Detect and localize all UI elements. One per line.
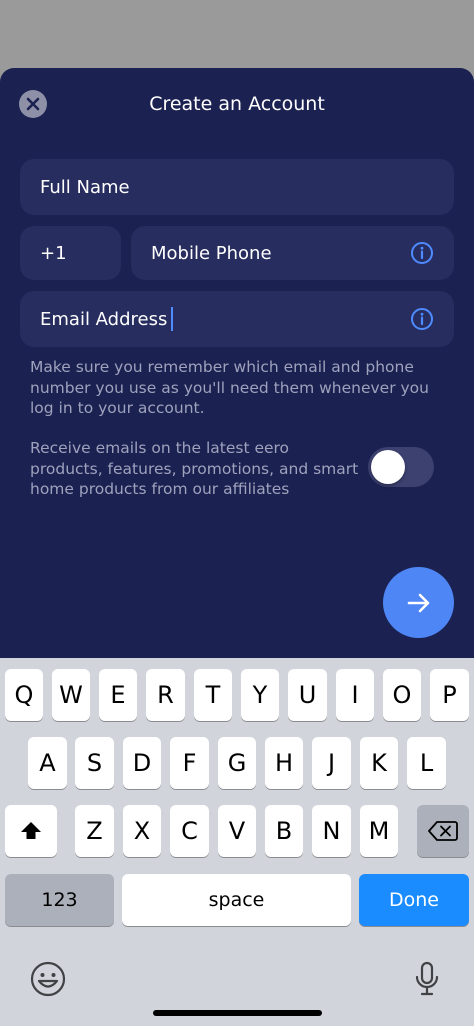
key-s[interactable]: S: [75, 737, 114, 789]
marketing-label: Receive emails on the latest eero produc…: [30, 439, 359, 498]
country-code-field[interactable]: +1: [20, 226, 121, 280]
account-note: Make sure you remember which email and p…: [30, 358, 429, 417]
key-e[interactable]: E: [99, 669, 137, 721]
emoji-icon[interactable]: [29, 960, 67, 998]
backspace-icon: [428, 821, 458, 841]
email-input[interactable]: Email Address: [20, 291, 454, 347]
key-p[interactable]: P: [430, 669, 469, 721]
key-r[interactable]: R: [146, 669, 185, 721]
mobile-phone-placeholder: Mobile Phone: [151, 242, 272, 264]
key-k[interactable]: K: [360, 737, 398, 789]
page-title: Create an Account: [149, 93, 325, 115]
shift-icon: [21, 822, 41, 839]
key-u[interactable]: U: [288, 669, 327, 721]
full-name-placeholder: Full Name: [40, 176, 130, 198]
key-h[interactable]: H: [265, 737, 303, 789]
key-y[interactable]: Y: [241, 669, 279, 721]
full-name-input[interactable]: Full Name: [20, 159, 454, 215]
toggle-knob: [371, 450, 405, 484]
info-icon[interactable]: [410, 241, 434, 265]
next-button[interactable]: [383, 567, 454, 638]
key-x[interactable]: X: [123, 805, 161, 857]
mobile-phone-input[interactable]: Mobile Phone: [131, 226, 454, 280]
key-i[interactable]: I: [336, 669, 374, 721]
key-f[interactable]: F: [170, 737, 209, 789]
key-z[interactable]: Z: [75, 805, 114, 857]
key-d[interactable]: D: [123, 737, 161, 789]
email-placeholder: Email Address: [40, 308, 168, 330]
arrow-right-icon: [407, 593, 429, 612]
microphone-icon[interactable]: [413, 960, 441, 998]
done-key[interactable]: Done: [359, 874, 469, 926]
home-indicator: [153, 1010, 322, 1016]
space-key[interactable]: space: [122, 874, 351, 926]
numbers-key[interactable]: 123: [5, 874, 114, 926]
text-caret: [171, 307, 174, 331]
shift-key[interactable]: [5, 805, 57, 857]
backspace-key[interactable]: [417, 805, 469, 857]
marketing-toggle[interactable]: [368, 447, 434, 487]
key-l[interactable]: L: [407, 737, 446, 789]
key-a[interactable]: A: [28, 737, 67, 789]
key-n[interactable]: N: [312, 805, 351, 857]
key-q[interactable]: Q: [5, 669, 43, 721]
country-code-value: +1: [40, 242, 67, 264]
key-v[interactable]: V: [218, 805, 256, 857]
key-t[interactable]: T: [194, 669, 232, 721]
key-j[interactable]: J: [312, 737, 351, 789]
key-c[interactable]: C: [170, 805, 209, 857]
key-m[interactable]: M: [360, 805, 398, 857]
key-b[interactable]: B: [265, 805, 303, 857]
key-o[interactable]: O: [383, 669, 421, 721]
info-icon[interactable]: [410, 307, 434, 331]
key-g[interactable]: G: [218, 737, 256, 789]
key-w[interactable]: W: [52, 669, 90, 721]
